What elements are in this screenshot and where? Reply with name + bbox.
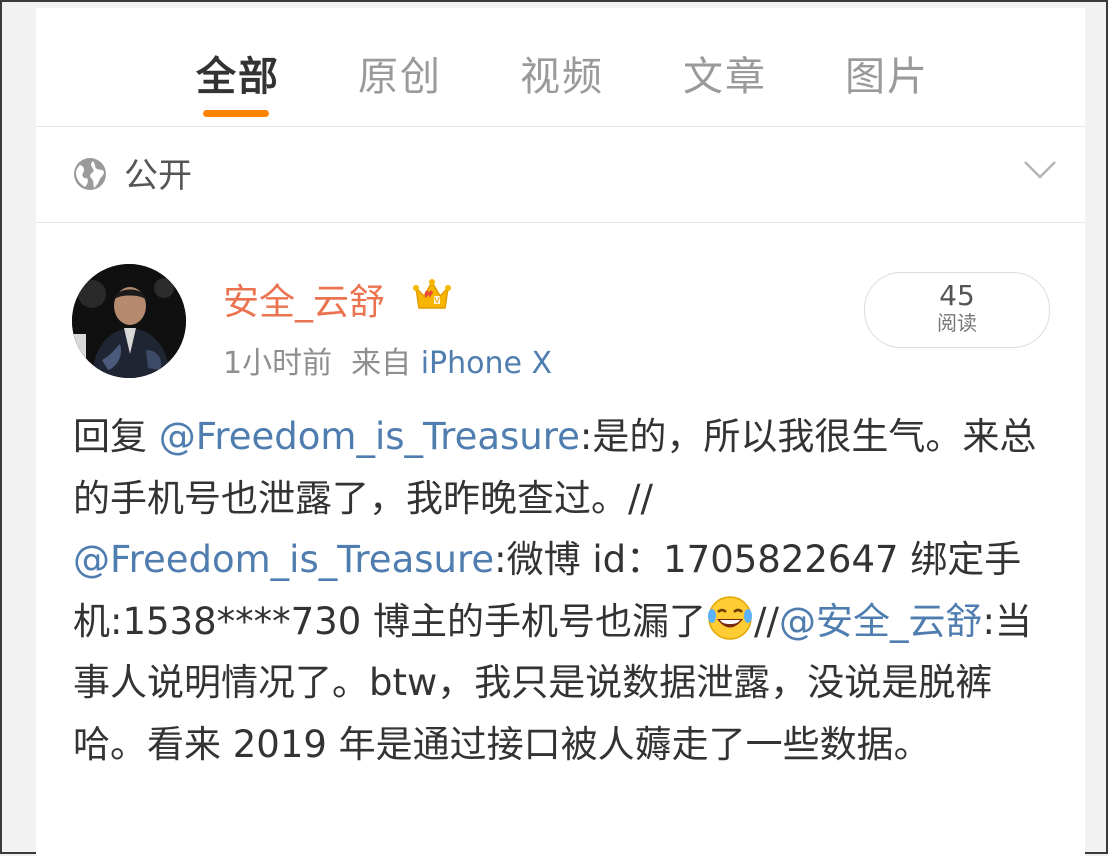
tab-image[interactable]: 图片 [845,44,929,100]
visibility-selector[interactable]: 公开 [36,126,1085,223]
post-time: 1小时前 [223,346,333,381]
vip-crown-icon[interactable]: V [412,276,452,316]
mention-link[interactable]: @Freedom_is_Treasure [159,415,580,458]
tab-article[interactable]: 文章 [683,44,767,100]
avatar[interactable] [72,264,186,378]
laugh-cry-emoji-icon [708,595,753,640]
post-meta: 1小时前 来自 iPhone X [223,338,552,382]
username[interactable]: 安全_云舒 [223,273,385,325]
mention-link[interactable]: @安全_云舒 [779,600,983,643]
weibo-panel: 全部 原创 视频 文章 图片 公开 安全_云舒 V 1小时前 来自 iPhone… [36,8,1085,856]
text-segment: // [754,599,779,643]
read-count-badge: 45 阅读 [864,272,1050,348]
visibility-label: 公开 [124,156,192,196]
read-count: 45 [939,279,975,312]
read-label: 阅读 [937,311,977,335]
post-body: 回复 @Freedom_is_Treasure:是的，所以我很生气。来总的手机号… [73,406,1063,775]
svg-text:V: V [434,296,440,305]
tab-video[interactable]: 视频 [520,44,604,100]
tab-original[interactable]: 原创 [358,44,442,100]
source-prefix: 来自 [351,346,412,381]
screenshot-frame: 全部 原创 视频 文章 图片 公开 安全_云舒 V 1小时前 来自 iPhone… [0,0,1108,856]
active-tab-indicator [203,110,269,117]
text-segment: 回复 [73,415,147,458]
globe-icon [74,158,106,190]
tab-all[interactable]: 全部 [196,44,280,100]
post-source[interactable]: iPhone X [421,346,552,381]
chevron-down-icon[interactable] [1023,160,1057,180]
mention-link[interactable]: @Freedom_is_Treasure [73,538,494,581]
tab-bar: 全部 原创 视频 文章 图片 [36,8,1085,127]
